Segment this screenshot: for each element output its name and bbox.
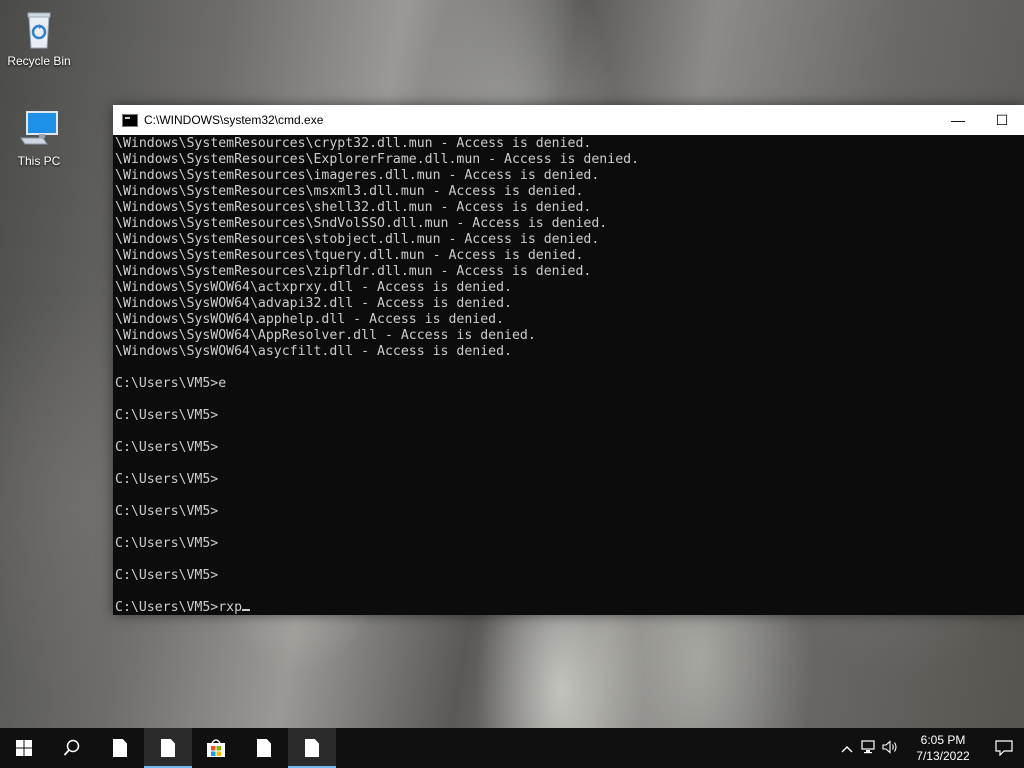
current-command: C:\Users\VM5>rxp [115, 600, 243, 615]
console-line: \Windows\SystemResources\imageres.dll.mu… [115, 168, 600, 183]
console-line: \Windows\SystemResources\ExplorerFrame.d… [115, 152, 640, 167]
minimize-button[interactable]: — [936, 105, 980, 135]
console-line: \Windows\SystemResources\zipfldr.dll.mun… [115, 264, 592, 279]
search-button[interactable] [48, 728, 96, 768]
console-line: C:\Users\VM5> [115, 504, 219, 519]
this-pc-label: This PC [17, 154, 61, 168]
console-line: \Windows\SystemResources\SndVolSSO.dll.m… [115, 216, 608, 231]
console-line: \Windows\SystemResources\tquery.dll.mun … [115, 248, 584, 263]
recycle-bin-label: Recycle Bin [7, 54, 71, 68]
taskbar: 6:05 PM 7/13/2022 [0, 728, 1024, 768]
console-line: C:\Users\VM5> [115, 440, 219, 455]
windows-logo-icon [16, 740, 32, 756]
show-hidden-icons-chevron-icon[interactable] [836, 741, 858, 756]
text-cursor [242, 609, 251, 611]
console-line: \Windows\SystemResources\crypt32.dll.mun… [115, 136, 592, 151]
taskbar-app-4[interactable] [288, 728, 336, 768]
console-line: \Windows\SysWOW64\advapi32.dll - Access … [115, 296, 512, 311]
console-line: \Windows\SystemResources\msxml3.dll.mun … [115, 184, 584, 199]
console-line: C:\Users\VM5> [115, 472, 219, 487]
window-title: C:\WINDOWS\system32\cmd.exe [144, 113, 324, 127]
cmd-titlebar[interactable]: C:\WINDOWS\system32\cmd.exe — ☐ [113, 105, 1024, 135]
cmd-window[interactable]: C:\WINDOWS\system32\cmd.exe — ☐ \Windows… [113, 105, 1024, 615]
console-line: C:\Users\VM5> [115, 568, 219, 583]
computer-icon [17, 108, 61, 152]
console-line: \Windows\SystemResources\stobject.dll.mu… [115, 232, 600, 247]
console-line: \Windows\SysWOW64\apphelp.dll - Access i… [115, 312, 505, 327]
console-line: \Windows\SysWOW64\AppResolver.dll - Acce… [115, 328, 536, 343]
console-line: \Windows\SysWOW64\actxprxy.dll - Access … [115, 280, 512, 295]
document-icon [257, 739, 271, 757]
network-icon[interactable] [858, 739, 880, 757]
clock-date: 7/13/2022 [916, 749, 970, 763]
console-line: \Windows\SysWOW64\asycfilt.dll - Access … [115, 344, 512, 359]
console-line: C:\Users\VM5> [115, 536, 219, 551]
notification-icon [995, 740, 1013, 756]
volume-icon[interactable] [880, 739, 902, 757]
console-output[interactable]: \Windows\SystemResources\crypt32.dll.mun… [113, 135, 1024, 616]
console-input-line[interactable]: C:\Users\VM5>rxp [115, 600, 1024, 616]
console-line: \Windows\SystemResources\shell32.dll.mun… [115, 200, 592, 215]
taskbar-app-2[interactable] [144, 728, 192, 768]
document-icon [305, 739, 319, 757]
taskbar-store[interactable] [192, 728, 240, 768]
action-center-button[interactable] [984, 728, 1024, 768]
this-pc-shortcut[interactable]: This PC [4, 108, 74, 168]
start-button[interactable] [0, 728, 48, 768]
maximize-button[interactable]: ☐ [980, 105, 1024, 135]
system-tray: 6:05 PM 7/13/2022 [836, 728, 1024, 768]
recycle-bin-icon [17, 8, 61, 52]
console-line: C:\Users\VM5> [115, 408, 219, 423]
taskbar-app-1[interactable] [96, 728, 144, 768]
cmd-app-icon[interactable] [122, 113, 138, 127]
document-icon [113, 739, 127, 757]
recycle-bin-shortcut[interactable]: Recycle Bin [4, 8, 74, 68]
clock[interactable]: 6:05 PM 7/13/2022 [908, 732, 978, 764]
clock-time: 6:05 PM [920, 733, 966, 747]
search-icon [63, 739, 80, 756]
store-icon [207, 739, 225, 757]
console-line: C:\Users\VM5>e [115, 376, 227, 391]
document-icon [161, 739, 175, 757]
taskbar-app-3[interactable] [240, 728, 288, 768]
